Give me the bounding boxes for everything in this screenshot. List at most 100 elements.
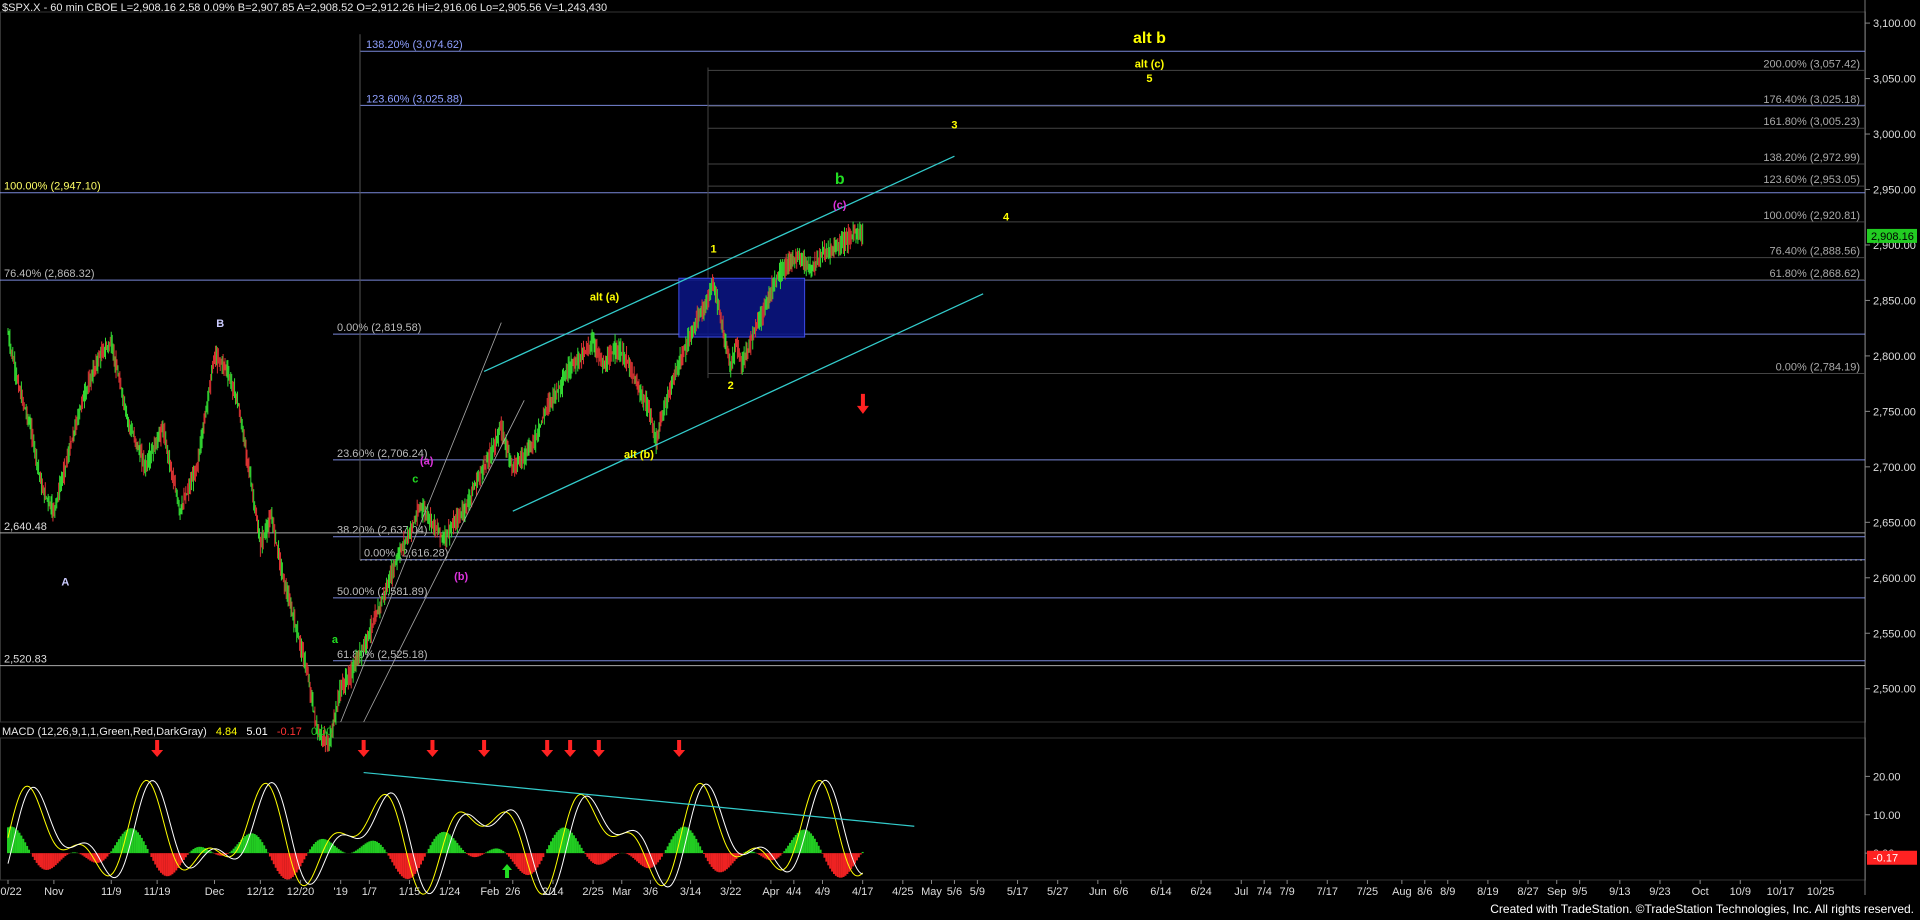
date-tick-label: 7/17	[1317, 886, 1338, 898]
date-tick-label: 6/24	[1190, 886, 1211, 898]
date-tick-label: 5/17	[1007, 886, 1028, 898]
date-tick-label: 10/22	[0, 886, 22, 898]
date-tick-label: 9/13	[1609, 886, 1630, 898]
wave-label: a	[332, 634, 339, 646]
extension-level-label: 176.40% (3,025.18)	[1763, 94, 1860, 106]
price-tick-label: 3,100.00	[1873, 18, 1916, 30]
fib-level-label: 76.40% (2,868.32)	[4, 268, 95, 280]
date-tick-label: 10/17	[1767, 886, 1795, 898]
date-tick-label: 6/6	[1113, 886, 1128, 898]
fib-level-label: 38.20% (2,637.04)	[337, 525, 428, 537]
price-tick-label: 2,800.00	[1873, 351, 1916, 363]
date-tick-label: 10/9	[1730, 886, 1751, 898]
date-tick-label: Sep	[1547, 886, 1567, 898]
date-tick-label: 10/25	[1807, 886, 1835, 898]
wave-label: alt (b)	[624, 449, 654, 461]
extension-level-label: 138.20% (2,972.99)	[1763, 152, 1860, 164]
date-tick-label: 6/14	[1150, 886, 1171, 898]
price-chart[interactable]: 3,100.003,050.003,000.002,950.002,900.00…	[0, 0, 1920, 920]
wave-label: B	[216, 318, 224, 330]
horizontal-level-label: 2,640.48	[4, 521, 47, 533]
extension-level-label: 76.40% (2,888.56)	[1769, 246, 1860, 258]
macd-trend-line	[363, 771, 915, 827]
down-arrow-icon	[856, 393, 869, 414]
fib-level-label: 123.60% (3,025.88)	[366, 93, 463, 105]
date-tick-label: Nov	[44, 886, 64, 898]
date-tick-label: 7/9	[1279, 886, 1294, 898]
wave-label: c	[412, 473, 418, 485]
wave-label: alt (a)	[590, 291, 620, 303]
trend-line	[340, 322, 502, 723]
date-tick-label: 8/19	[1477, 886, 1498, 898]
macd-down-arrow-icon	[478, 740, 491, 757]
date-tick-label: 2/25	[582, 886, 603, 898]
macd-tick-label: 10.00	[1873, 810, 1901, 822]
extension-level-label: 0.00% (2,784.19)	[1776, 361, 1860, 373]
macd-down-arrow-icon	[151, 740, 164, 757]
date-tick-label: 4/25	[892, 886, 913, 898]
price-tick-label: 2,500.00	[1873, 684, 1916, 696]
price-panel-border	[0, 11, 1866, 723]
price-tick-label: 2,750.00	[1873, 406, 1916, 418]
date-tick-label: 4/9	[815, 886, 830, 898]
price-tick-label: 2,600.00	[1873, 573, 1916, 585]
wave-label: 2	[728, 380, 734, 392]
macd-down-arrow-icon	[592, 740, 605, 757]
macd-value-4: 0.00	[310, 726, 333, 738]
chart-header: $SPX.X - 60 min CBOE L=2,908.16 2.58 0.0…	[2, 2, 608, 14]
date-tick-label: Dec	[205, 886, 225, 898]
date-tick-label: 8/27	[1517, 886, 1538, 898]
date-tick-label: 9/23	[1649, 886, 1670, 898]
date-tick-label: 12/20	[287, 886, 315, 898]
date-tick-label: Aug	[1392, 886, 1412, 898]
date-tick-label: 1/15	[399, 886, 420, 898]
macd-down-arrow-icon	[541, 740, 554, 757]
extension-level-label: 61.80% (2,868.62)	[1769, 268, 1860, 280]
date-tick-label: 1/24	[439, 886, 460, 898]
macd-down-arrow-icon	[673, 740, 686, 757]
date-tick-label: 3/14	[680, 886, 701, 898]
date-tick-label: 7/25	[1357, 886, 1378, 898]
macd-current-label: -0.17	[1873, 853, 1898, 865]
date-tick-label: Jul	[1234, 886, 1248, 898]
wave-label: alt b	[1133, 30, 1166, 47]
date-tick-label: Oct	[1692, 886, 1709, 898]
wave-label: A	[61, 577, 69, 589]
wave-label: b	[835, 171, 845, 188]
price-tick-label: 3,000.00	[1873, 129, 1916, 141]
price-tick-label: 2,950.00	[1873, 185, 1916, 197]
extension-level-label: 200.00% (3,057.42)	[1763, 58, 1860, 70]
price-tick-label: 2,550.00	[1873, 628, 1916, 640]
price-tick-label: 3,050.00	[1873, 74, 1916, 86]
wave-label: 5	[1146, 73, 1152, 85]
macd-down-arrow-icon	[564, 740, 577, 757]
fib-level-label: 100.00% (2,947.10)	[4, 181, 101, 193]
date-tick-label: 5/27	[1047, 886, 1068, 898]
date-tick-label: 4/4	[786, 886, 801, 898]
macd-tick-label: 20.00	[1873, 771, 1901, 783]
fib-level-label: 138.20% (3,074.62)	[366, 39, 463, 51]
wave-label: (a)	[420, 456, 434, 468]
date-tick-label: Mar	[612, 886, 631, 898]
date-tick-label: 12/12	[247, 886, 275, 898]
date-tick-label: 11/9	[101, 886, 122, 898]
price-tick-label: 2,850.00	[1873, 295, 1916, 307]
fib-level-label: 0.00% (2,819.58)	[337, 322, 421, 334]
date-tick-label: 2/14	[542, 886, 563, 898]
wave-label: alt (c)	[1135, 58, 1165, 70]
date-tick-label: Apr	[762, 886, 779, 898]
extension-level-label: 123.60% (2,953.05)	[1763, 174, 1860, 186]
fib-level-label: 23.60% (2,706.24)	[337, 448, 428, 460]
macd-down-arrow-icon	[357, 740, 370, 757]
date-tick-label: 3/6	[643, 886, 658, 898]
date-tick-label: 3/22	[720, 886, 741, 898]
price-tick-label: 2,650.00	[1873, 517, 1916, 529]
extension-level-label: 161.80% (3,005.23)	[1763, 116, 1860, 128]
wave-label: 1	[710, 244, 716, 256]
date-tick-label: '19	[334, 886, 348, 898]
date-tick-label: Feb	[480, 886, 499, 898]
date-tick-label: 4/17	[852, 886, 873, 898]
date-tick-label: 8/9	[1440, 886, 1455, 898]
date-tick-label: 8/6	[1417, 886, 1432, 898]
date-tick-label: 9/5	[1572, 886, 1587, 898]
